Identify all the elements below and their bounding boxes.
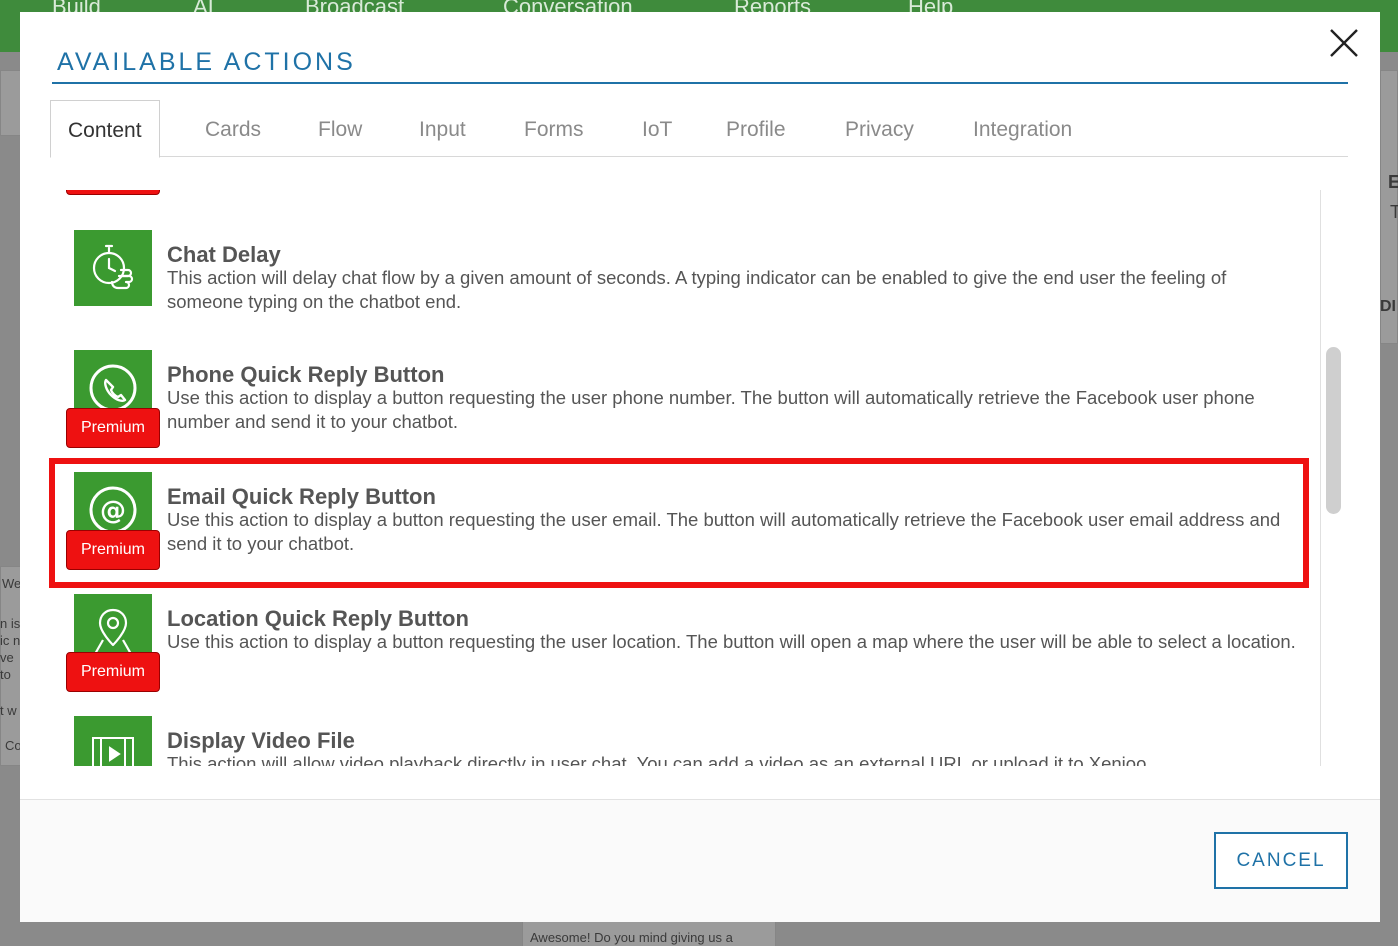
action-description: This action will allow video playback di… <box>167 753 1147 766</box>
action-name: Location Quick Reply Button <box>167 606 469 631</box>
tab-forms[interactable]: Forms <box>507 100 601 157</box>
bg-snippet: We <box>2 576 22 591</box>
cancel-button[interactable]: CANCEL <box>1214 832 1348 889</box>
tab-privacy[interactable]: Privacy <box>828 100 931 157</box>
action-description: This action will delay chat flow by a gi… <box>167 267 1227 312</box>
bg-left-toolbar <box>0 70 22 136</box>
bg-snippet: T <box>1390 202 1398 222</box>
premium-badge: Premium <box>66 652 160 692</box>
tab-content[interactable]: Content <box>50 100 160 158</box>
premium-badge-partial <box>66 190 160 195</box>
action-icon-tile <box>74 716 152 766</box>
action-name: Email Quick Reply Button <box>167 484 436 509</box>
modal-title: AVAILABLE ACTIONS <box>57 48 356 76</box>
action-category-tabs: Content Cards Flow Input Forms IoT Profi… <box>50 100 1348 158</box>
tab-flow[interactable]: Flow <box>301 100 379 157</box>
video-film-icon <box>92 737 134 766</box>
actions-list: Chat Delay This action will delay chat f… <box>50 190 1320 766</box>
premium-badge: Premium <box>66 530 160 570</box>
tab-input[interactable]: Input <box>402 100 483 157</box>
available-actions-modal: AVAILABLE ACTIONS Content Cards Flow Inp… <box>20 12 1380 922</box>
action-email-quick-reply[interactable]: @ Premium Email Quick Reply Button Use t… <box>50 466 1320 576</box>
svg-text:@: @ <box>100 496 126 526</box>
action-chat-delay[interactable]: Chat Delay This action will delay chat f… <box>50 224 1320 334</box>
bg-snippet: ve <box>0 650 14 665</box>
action-description: Use this action to display a button requ… <box>167 631 1296 652</box>
title-divider <box>52 82 1348 84</box>
stopwatch-hand-icon <box>92 244 134 290</box>
tab-integration[interactable]: Integration <box>956 100 1089 157</box>
premium-badge: Premium <box>66 408 160 448</box>
bg-snippet: t w <box>0 703 17 718</box>
action-name: Chat Delay <box>167 242 281 267</box>
tab-profile[interactable]: Profile <box>709 100 803 157</box>
close-icon <box>1330 29 1358 57</box>
action-name: Display Video File <box>167 728 355 753</box>
action-name: Phone Quick Reply Button <box>167 362 445 387</box>
action-display-video-file[interactable]: Display Video File This action will allo… <box>50 710 1320 766</box>
tab-iot[interactable]: IoT <box>625 100 689 157</box>
close-button[interactable] <box>1327 26 1361 60</box>
modal-footer <box>20 800 1380 922</box>
action-location-quick-reply[interactable]: Premium Location Quick Reply Button Use … <box>50 588 1320 698</box>
tab-cards[interactable]: Cards <box>188 100 278 157</box>
bg-snippet: to <box>0 667 11 682</box>
bg-snippet: n is <box>0 616 21 631</box>
action-icon-tile <box>74 230 152 306</box>
action-description: Use this action to display a button requ… <box>167 509 1281 554</box>
bg-chat-panel <box>0 566 22 766</box>
action-description: Use this action to display a button requ… <box>167 387 1255 432</box>
bg-message-text: Awesome! Do you mind giving us a <box>530 930 733 945</box>
action-phone-quick-reply[interactable]: Premium Phone Quick Reply Button Use thi… <box>50 344 1320 454</box>
bg-snippet: E <box>1388 172 1398 192</box>
bg-snippet: DI <box>1380 298 1396 315</box>
scrollbar-thumb[interactable] <box>1326 347 1341 514</box>
